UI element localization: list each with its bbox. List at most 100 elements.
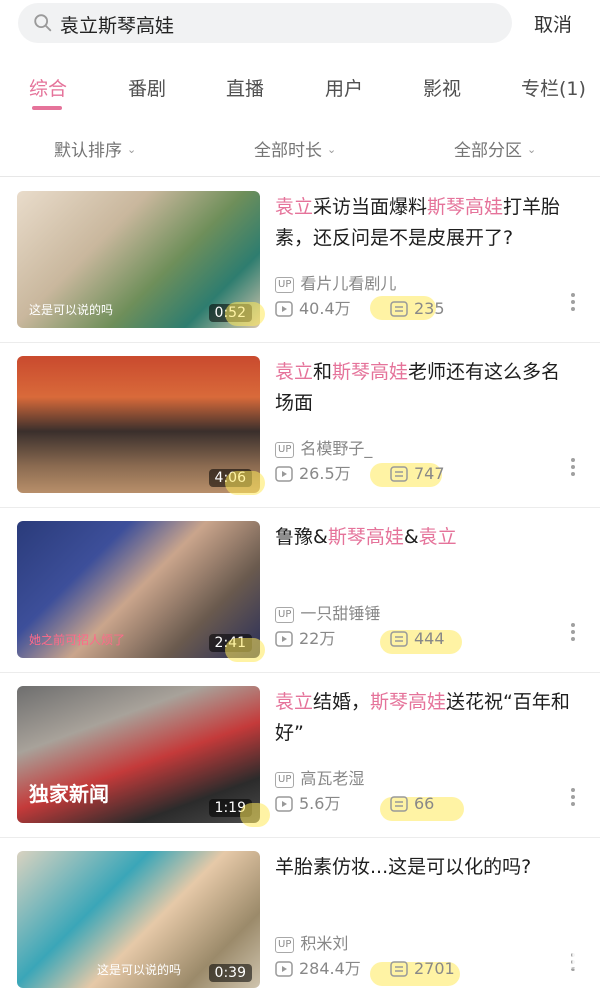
view-count: 40.4万 xyxy=(275,295,390,319)
view-count-value: 40.4万 xyxy=(299,299,351,318)
comment-count: 2701 xyxy=(390,959,455,978)
danmaku-icon xyxy=(390,466,408,482)
more-options-icon[interactable] xyxy=(570,455,576,481)
watermark-sub: HAPPYJUZI.COM xyxy=(502,967,586,977)
uploader[interactable]: UP 名模野子_ xyxy=(275,435,372,458)
active-tab-indicator xyxy=(32,106,62,110)
video-item[interactable]: 她之前可招人烦了 2:41 鲁豫&斯琴高娃&袁立 UP 一只甜锤锤 22万 444 xyxy=(0,508,600,673)
video-stats: 22万 444 xyxy=(275,625,445,649)
chevron-down-icon: ⌄ xyxy=(527,143,537,156)
view-count-value: 26.5万 xyxy=(299,464,351,483)
search-bar: 袁立斯琴高娃 取消 xyxy=(0,0,600,52)
play-count-icon xyxy=(275,301,293,317)
cancel-button[interactable]: 取消 xyxy=(534,10,572,37)
filter-bar: 默认排序 ⌄ 全部时长 ⌄ 全部分区 ⌄ xyxy=(0,126,600,168)
comment-count: 747 xyxy=(390,464,445,483)
search-input[interactable]: 袁立斯琴高娃 xyxy=(18,3,512,43)
comment-count-value: 235 xyxy=(414,299,445,318)
comment-count-value: 444 xyxy=(414,629,445,648)
video-thumbnail[interactable]: 独家新闻 1:19 xyxy=(17,686,260,823)
tab-comprehensive[interactable]: 综合 xyxy=(29,74,67,101)
more-options-icon[interactable] xyxy=(570,290,576,316)
tab-bangumi[interactable]: 番剧 xyxy=(128,74,166,101)
result-tabs: 综合 番剧 直播 用户 影视 专栏(1) xyxy=(0,66,600,112)
title-text: 鲁豫& xyxy=(275,526,328,548)
video-title[interactable]: 袁立和斯琴高娃老师还有这么多名场面 xyxy=(275,357,577,419)
marker-highlight xyxy=(225,638,265,662)
video-stats: 284.4万 2701 xyxy=(275,955,455,979)
video-title[interactable]: 袁立结婚，斯琴高娃送花祝“百年和好” xyxy=(275,687,577,749)
filter-divider xyxy=(0,176,600,177)
video-title[interactable]: 鲁豫&斯琴高娃&袁立 xyxy=(275,522,577,553)
category-filter[interactable]: 全部分区 ⌄ xyxy=(454,136,536,161)
danmaku-icon xyxy=(390,631,408,647)
video-item[interactable]: 独家新闻 1:19 袁立结婚，斯琴高娃送花祝“百年和好” UP 高瓦老湿 5.6万… xyxy=(0,673,600,838)
comment-count: 66 xyxy=(390,794,434,813)
danmaku-icon xyxy=(390,961,408,977)
up-badge: UP xyxy=(275,772,295,788)
video-title[interactable]: 袁立采访当面爆料斯琴高娃打羊胎素，还反问是不是皮展开了? xyxy=(275,192,577,254)
marker-highlight xyxy=(240,803,270,827)
uploader-name: 积米刘 xyxy=(300,934,349,953)
title-keyword: 斯琴高娃 xyxy=(370,691,447,713)
view-count-value: 5.6万 xyxy=(299,794,341,813)
sort-filter[interactable]: 默认排序 ⌄ xyxy=(54,136,136,161)
tab-live[interactable]: 直播 xyxy=(226,74,264,101)
comment-count-value: 2701 xyxy=(414,959,455,978)
comment-count-value: 747 xyxy=(414,464,445,483)
thumbnail-caption: 这是可以说的吗 xyxy=(29,303,114,317)
video-thumbnail[interactable]: 这是可以说的吗 0:39 xyxy=(17,851,260,988)
search-query: 袁立斯琴高娃 xyxy=(60,15,175,37)
tab-film[interactable]: 影视 xyxy=(423,74,461,101)
uploader[interactable]: UP 一只甜锤锤 xyxy=(275,600,381,623)
comment-count: 444 xyxy=(390,629,445,648)
video-thumbnail[interactable]: 4:06 xyxy=(17,356,260,493)
title-keyword: 袁立 xyxy=(418,526,457,548)
title-text: 羊胎素仿妆...这是可以化的吗? xyxy=(275,856,532,878)
up-badge: UP xyxy=(275,937,295,953)
video-thumbnail[interactable]: 这是可以说的吗 0:52 xyxy=(17,191,260,328)
video-item[interactable]: 这是可以说的吗 0:39 羊胎素仿妆...这是可以化的吗? UP 积米刘 284.… xyxy=(0,838,600,999)
play-count-icon xyxy=(275,961,293,977)
title-keyword: 斯琴高娃 xyxy=(332,361,409,383)
tab-users[interactable]: 用户 xyxy=(325,74,363,101)
up-badge: UP xyxy=(275,277,295,293)
comment-count-value: 66 xyxy=(414,794,435,813)
more-options-icon[interactable] xyxy=(570,785,576,811)
category-filter-label: 全部分区 xyxy=(454,141,522,161)
title-keyword: 袁立 xyxy=(275,196,314,218)
uploader-name: 高瓦老湿 xyxy=(300,769,365,788)
uploader[interactable]: UP 高瓦老湿 xyxy=(275,765,365,788)
thumbnail-caption: 这是可以说的吗 xyxy=(97,963,182,977)
duration-badge: 0:39 xyxy=(208,964,252,982)
danmaku-icon xyxy=(390,796,408,812)
sort-filter-label: 默认排序 xyxy=(54,141,122,161)
title-text: 结婚， xyxy=(313,691,371,713)
marker-highlight xyxy=(225,471,265,495)
danmaku-icon xyxy=(390,301,408,317)
tab-articles[interactable]: 专栏(1) xyxy=(521,74,586,101)
video-item[interactable]: 这是可以说的吗 0:52 袁立采访当面爆料斯琴高娃打羊胎素，还反问是不是皮展开了… xyxy=(0,178,600,343)
video-stats: 40.4万 235 xyxy=(275,295,445,319)
title-keyword: 袁立 xyxy=(275,361,314,383)
video-thumbnail[interactable]: 她之前可招人烦了 2:41 xyxy=(17,521,260,658)
uploader-name: 一只甜锤锤 xyxy=(300,604,381,623)
comment-count: 235 xyxy=(390,299,445,318)
uploader[interactable]: UP 看片儿看剧儿 xyxy=(275,270,396,293)
view-count-value: 284.4万 xyxy=(299,959,361,978)
title-keyword: 斯琴高娃 xyxy=(427,196,504,218)
view-count: 22万 xyxy=(275,625,390,649)
uploader[interactable]: UP 积米刘 xyxy=(275,930,349,953)
title-text: 和 xyxy=(313,361,333,383)
title-keyword: 斯琴高娃 xyxy=(327,526,404,548)
more-options-icon[interactable] xyxy=(570,620,576,646)
play-count-icon xyxy=(275,796,293,812)
video-title[interactable]: 羊胎素仿妆...这是可以化的吗? xyxy=(275,852,577,883)
video-item[interactable]: 4:06 袁立和斯琴高娃老师还有这么多名场面 UP 名模野子_ 26.5万 747 xyxy=(0,343,600,508)
title-keyword: 袁立 xyxy=(275,691,314,713)
view-count-value: 22万 xyxy=(299,629,336,648)
watermark-main: 橘子娱乐App xyxy=(454,942,586,966)
title-text: 采访当面爆料 xyxy=(313,196,428,218)
duration-filter[interactable]: 全部时长 ⌄ xyxy=(254,136,336,161)
play-count-icon xyxy=(275,466,293,482)
